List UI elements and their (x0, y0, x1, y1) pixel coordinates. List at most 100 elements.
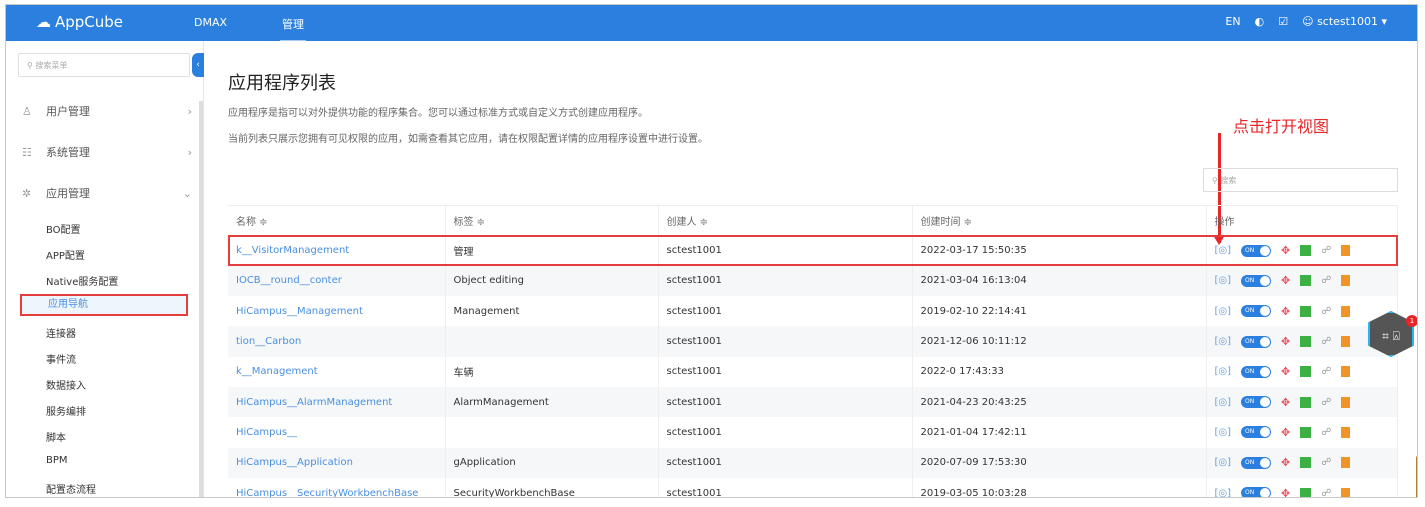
link-icon[interactable]: ☍ (1321, 306, 1331, 317)
list-icon[interactable] (1300, 336, 1312, 348)
document-icon[interactable] (1341, 487, 1351, 497)
document-icon[interactable] (1341, 305, 1351, 317)
app-name-link[interactable]: tion__Carbon (228, 326, 446, 357)
enable-toggle[interactable]: ON (1241, 456, 1272, 469)
column-name[interactable]: 名称 ≑ (228, 205, 446, 236)
view-icon[interactable]: [◎] (1215, 336, 1232, 347)
user-menu[interactable]: ☺ sctest1001 ▾ (1302, 15, 1387, 28)
logo[interactable]: ☁ AppCube (36, 13, 123, 31)
enable-toggle[interactable]: ON (1241, 426, 1272, 439)
document-icon[interactable] (1341, 457, 1351, 469)
grid-icon[interactable]: ✥ (1281, 244, 1290, 257)
list-icon[interactable] (1300, 305, 1312, 317)
document-icon[interactable] (1341, 396, 1351, 408)
grid-icon[interactable]: ✥ (1281, 456, 1290, 469)
list-icon[interactable] (1300, 396, 1312, 408)
app-created-time: 2022-03-17 15:50:35 (912, 235, 1207, 266)
document-icon[interactable] (1341, 275, 1351, 287)
page-scrollbar[interactable] (1416, 455, 1417, 497)
enable-toggle[interactable]: ON (1241, 244, 1272, 257)
column-creator[interactable]: 创建人 ≑ (658, 205, 913, 236)
list-icon[interactable] (1300, 245, 1312, 257)
app-name-link[interactable]: HiCampus__Application (228, 447, 446, 478)
column-label[interactable]: 标签 ≑ (445, 205, 659, 236)
nav-manage[interactable]: 管理 (280, 16, 306, 43)
enable-toggle[interactable]: ON (1241, 487, 1272, 497)
grid-icon[interactable]: ✥ (1281, 487, 1290, 497)
grid-icon[interactable]: ✥ (1281, 335, 1290, 348)
grid-icon[interactable]: ✥ (1281, 305, 1290, 318)
enable-toggle[interactable]: ON (1241, 274, 1272, 287)
view-icon[interactable]: [◎] (1215, 427, 1232, 438)
link-icon[interactable]: ☍ (1321, 366, 1331, 377)
app-name-link[interactable]: HiCampus__Management (228, 296, 446, 327)
sidebar-item[interactable]: 连接器 (46, 325, 76, 340)
document-icon[interactable] (1341, 426, 1351, 438)
list-icon[interactable] (1300, 487, 1312, 497)
top-bar: ☁ AppCube DMAX 管理 EN ◐ ☑ ☺ sctest1001 ▾ (6, 5, 1417, 43)
nav-dmax[interactable]: DMAX (194, 16, 227, 29)
enable-toggle[interactable]: ON (1241, 396, 1272, 409)
link-icon[interactable]: ☍ (1321, 427, 1331, 438)
sidebar-group-apps[interactable]: ✲ 应用管理 ⌄ (22, 185, 192, 201)
sidebar-group-users[interactable]: ♙ 用户管理 › (22, 103, 192, 119)
document-icon[interactable] (1341, 336, 1351, 348)
grid-icon[interactable]: ✥ (1281, 274, 1290, 287)
app-name-link[interactable]: HiCampus__AlarmManagement (228, 386, 446, 418)
sidebar-item[interactable]: 脚本 (46, 429, 66, 444)
sidebar-item[interactable]: BO配置 (46, 221, 81, 236)
sidebar-item[interactable]: 数据接入 (46, 377, 86, 392)
sidebar-item[interactable]: 事件流 (46, 351, 76, 366)
sidebar-group-system[interactable]: ☷ 系统管理 › (22, 144, 192, 160)
user-icon: ♙ (22, 104, 32, 118)
sidebar-item[interactable]: APP配置 (46, 247, 85, 262)
table-row: HiCampus__AlarmManagement AlarmManagemen… (228, 386, 1398, 418)
enable-toggle[interactable]: ON (1241, 305, 1272, 318)
app-name-link[interactable]: HiCampus__ (228, 417, 446, 448)
list-icon[interactable] (1300, 426, 1312, 438)
app-name-link[interactable]: k__VisitorManagement (228, 235, 446, 266)
view-icon[interactable]: [◎] (1215, 397, 1232, 408)
grid-icon[interactable]: ✥ (1281, 365, 1290, 378)
view-icon[interactable]: [◎] (1215, 275, 1232, 286)
view-icon[interactable]: [◎] (1215, 306, 1232, 317)
list-icon[interactable] (1300, 457, 1312, 469)
link-icon[interactable]: ☍ (1321, 488, 1331, 497)
sidebar-item-app-nav[interactable]: 应用导航 (20, 294, 188, 316)
view-icon[interactable]: [◎] (1215, 488, 1232, 497)
list-icon[interactable] (1300, 366, 1312, 378)
link-icon[interactable]: ☍ (1321, 275, 1331, 286)
document-icon[interactable] (1341, 245, 1351, 257)
edit-icon[interactable]: ☑ (1278, 15, 1288, 28)
link-icon[interactable]: ☍ (1321, 336, 1331, 347)
sidebar-item[interactable]: 配置态流程 (46, 481, 96, 496)
app-name-link[interactable]: k__Management (228, 356, 446, 387)
sidebar-scrollbar[interactable] (199, 101, 203, 497)
enable-toggle[interactable]: ON (1241, 335, 1272, 348)
app-name-link[interactable]: IOCB__round__conter (228, 265, 446, 297)
view-icon[interactable]: [◎] (1215, 245, 1232, 256)
user-icon: ☺ (1302, 15, 1318, 28)
sidebar-item[interactable]: BPM (46, 455, 68, 466)
description: 当前列表只展示您拥有可见权限的应用，如需查看其它应用，请在权限配置详情的应用程序… (228, 134, 708, 145)
table-search-input[interactable]: ⚲ 搜索 (1203, 168, 1398, 192)
link-icon[interactable]: ☍ (1321, 457, 1331, 468)
app-name-link[interactable]: HiCampus__SecurityWorkbenchBase (228, 477, 446, 497)
sidebar-item[interactable]: 服务编排 (46, 403, 86, 418)
document-icon[interactable] (1341, 366, 1351, 378)
list-icon[interactable] (1300, 275, 1312, 287)
collapse-sidebar-button[interactable]: ‹ (192, 53, 204, 77)
menu-search-input[interactable]: ⚲ 搜索菜单 (18, 53, 190, 77)
enable-toggle[interactable]: ON (1241, 365, 1272, 378)
grid-icon[interactable]: ✥ (1281, 396, 1290, 409)
link-icon[interactable]: ☍ (1321, 245, 1331, 256)
column-time[interactable]: 创建时间 ≑ (912, 205, 1207, 236)
view-icon[interactable]: [◎] (1215, 457, 1232, 468)
sidebar-item[interactable]: Native服务配置 (46, 273, 118, 288)
language-switch[interactable]: EN (1225, 15, 1240, 28)
link-icon[interactable]: ☍ (1321, 397, 1331, 408)
grid-icon[interactable]: ✥ (1281, 426, 1290, 439)
sound-icon[interactable]: ◐ (1255, 15, 1265, 28)
view-icon[interactable]: [◎] (1215, 366, 1232, 377)
app-creator: sctest1001 (658, 447, 913, 478)
